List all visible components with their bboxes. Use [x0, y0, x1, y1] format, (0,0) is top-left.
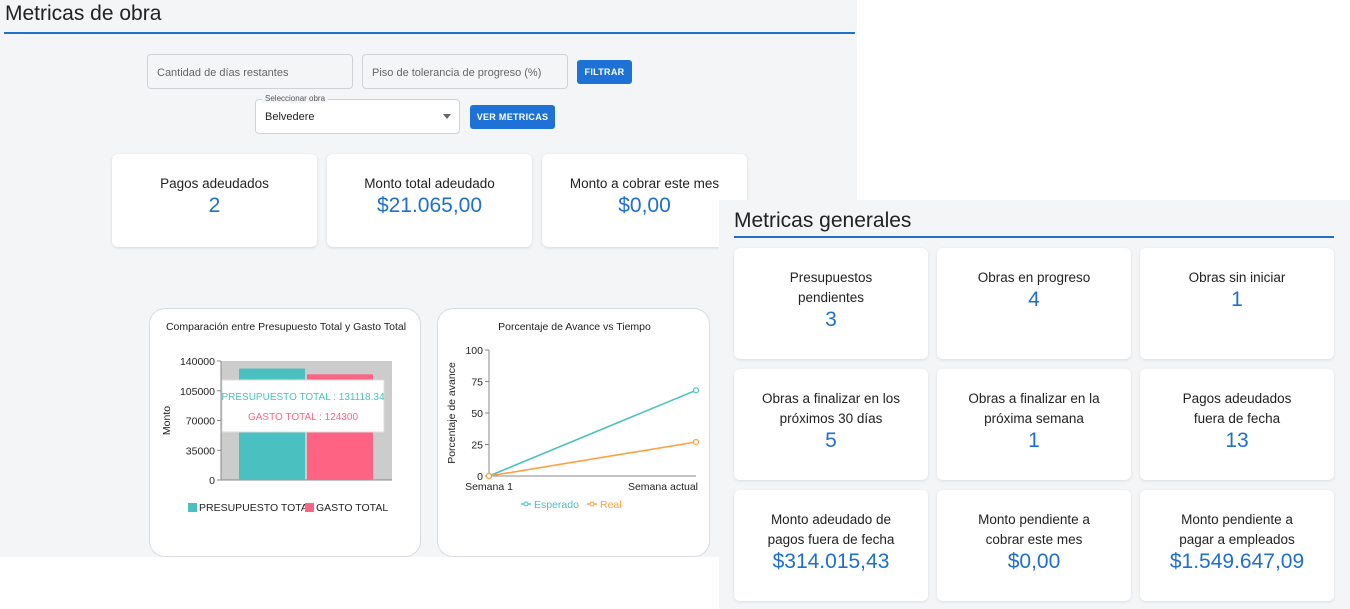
general-metric-card: Monto pendiente a cobrar este mes $0,00	[937, 490, 1131, 601]
y-axis-label: Monto	[161, 406, 173, 435]
general-metric-value: $0,00	[1007, 550, 1061, 573]
legend-label: PRESUPUESTO TOTAL	[199, 502, 314, 514]
data-point	[692, 387, 700, 394]
general-metric-card: Monto pendiente a pagar a empleados $1.54…	[1140, 490, 1334, 601]
legend-label: Esperado	[534, 499, 579, 511]
legend-marker	[523, 501, 529, 507]
general-metric-card: Presupuestos pendientes 3	[734, 248, 928, 359]
general-metric-card: Obras sin iniciar 1	[1140, 248, 1334, 359]
metric-card: Monto a cobrar este mes $0,00	[542, 154, 747, 247]
obra-select[interactable]: Belvedere	[255, 99, 460, 134]
legend-swatch	[305, 503, 314, 512]
general-metric-value: 4	[1028, 288, 1040, 311]
general-metrics-title: Metricas generales	[734, 209, 912, 232]
metric-card: Monto total adeudado $21.065,00	[327, 154, 532, 247]
general-metrics-panel: Metricas generales Presupuestos pendient…	[719, 200, 1350, 609]
y-tick-label: 140000	[180, 356, 215, 368]
general-metric-label: Obras sin iniciar	[1188, 270, 1286, 285]
title-divider	[4, 32, 855, 34]
ver-metricas-button[interactable]: VER METRICAS	[470, 105, 555, 129]
general-metric-value: 13	[1225, 429, 1249, 452]
budget-chart-card: Comparación entre Presupuesto Total y Ga…	[149, 308, 421, 557]
tooltip-text: PRESUPUESTO TOTAL : 131118.34	[221, 392, 384, 403]
y-tick-label: 50	[471, 408, 483, 420]
general-metric-card: Obras a finalizar en los próximos 30 día…	[734, 369, 928, 480]
general-metric-value: 5	[825, 429, 837, 452]
series-line	[488, 389, 697, 477]
progress-chart-title: Porcentaje de Avance vs Tiempo	[498, 321, 651, 333]
legend-marker	[589, 501, 595, 507]
general-metric-card: Obras en progreso 4	[937, 248, 1131, 359]
metric-card: Pagos adeudados 2	[112, 154, 317, 247]
piso-tolerancia-input[interactable]: Piso de tolerancia de progreso (%)	[362, 54, 568, 89]
legend-swatch	[188, 503, 197, 512]
y-tick-label: 0	[209, 475, 215, 487]
y-tick-label: 70000	[186, 416, 215, 428]
legend-label: Real	[600, 499, 622, 511]
general-metric-card: Obras a finalizar en la próxima semana 1	[937, 369, 1131, 480]
title-divider	[734, 236, 1334, 238]
y-tick-label: 100	[465, 345, 483, 357]
obra-metrics-title: Metricas de obra	[5, 2, 162, 25]
y-tick-label: 35000	[186, 445, 215, 457]
dias-restantes-input[interactable]: Cantidad de días restantes	[147, 54, 353, 89]
y-tick-label: 75	[471, 377, 483, 389]
filtrar-button[interactable]: FILTRAR	[577, 60, 632, 84]
general-metric-card: Monto adeudado de pagos fuera de fecha $3…	[734, 490, 928, 601]
metric-card-value: $21.065,00	[376, 194, 483, 217]
caret-down-icon	[443, 114, 451, 119]
general-metric-label: Presupuestos pendientes	[789, 270, 873, 305]
metric-card-value: $0,00	[618, 194, 671, 217]
general-metric-value: 1	[1231, 288, 1243, 311]
data-point	[485, 472, 493, 480]
general-metric-label: Obras a finalizar en los próximos 30 día…	[761, 391, 901, 426]
x-tick-label: Semana 1	[465, 481, 513, 493]
general-metric-label: Monto pendiente a cobrar este mes	[978, 512, 1090, 547]
y-axis-label: Porcentaje de avance	[446, 362, 458, 464]
metric-card-label: Monto total adeudado	[364, 176, 495, 191]
obra-select-label: Seleccionar obra	[262, 94, 329, 103]
general-metric-value: $1.549.647,09	[1169, 550, 1305, 573]
budget-bar-chart: 0 35000 70000 105000 140000 Monto PRESUPUESTO …	[161, 356, 392, 514]
general-metric-label: Monto adeudado de pagos fuera de fecha	[767, 512, 895, 547]
budget-chart-title: Comparación entre Presupuesto Total y Ga…	[165, 321, 407, 333]
tooltip-box	[221, 379, 385, 433]
y-tick-label: 105000	[180, 386, 215, 398]
general-metric-label: Pagos adeudados fuera de fecha	[1182, 391, 1292, 426]
metric-card-label: Pagos adeudados	[160, 176, 269, 191]
metric-card-value: 2	[208, 194, 221, 217]
general-metric-value: $314.015,43	[772, 550, 890, 573]
general-metric-label: Monto pendiente a pagar a empleados	[1179, 512, 1295, 547]
obra-select-value: Belvedere	[265, 111, 315, 123]
general-metric-label: Obras a finalizar en la próxima semana	[968, 391, 1100, 426]
x-tick-label: Semana actual	[628, 481, 698, 493]
general-metric-value: 1	[1028, 429, 1040, 452]
general-metric-card: Pagos adeudados fuera de fecha 13	[1140, 369, 1334, 480]
progress-line-chart: 0255075100Porcentaje de avanceSemana 1 Se…	[446, 345, 700, 511]
general-metric-value: 3	[825, 308, 837, 331]
metric-card-label: Monto a cobrar este mes	[569, 176, 720, 191]
tooltip-text: GASTO TOTAL : 124300	[248, 412, 358, 423]
series-line	[488, 441, 697, 477]
y-tick-label: 25	[471, 440, 483, 452]
legend-label: GASTO TOTAL	[316, 502, 388, 514]
general-metric-label: Obras en progreso	[977, 270, 1091, 285]
data-point	[692, 438, 700, 446]
progress-chart-card: Porcentaje de Avance vs Tiempo 0 25 50 75 10…	[437, 308, 710, 557]
